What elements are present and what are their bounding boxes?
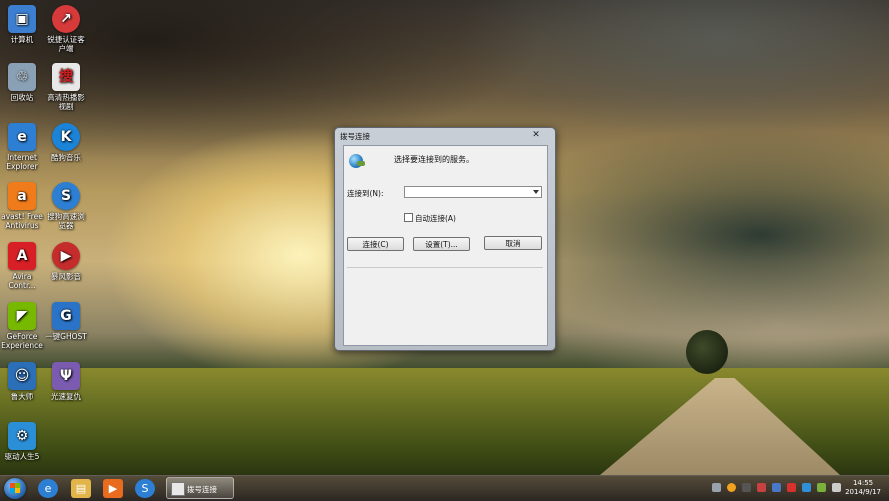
avira-icon: A: [8, 242, 36, 270]
baofeng-icon: ▶: [52, 242, 80, 270]
tray-ruijie-icon[interactable]: [787, 483, 796, 492]
sohu-video-icon: 搜: [52, 63, 80, 91]
ludashi-icon: ☺: [8, 362, 36, 390]
desktop-icon-internet-explorer[interactable]: e Internet Explorer: [0, 123, 44, 171]
close-icon: ✕: [532, 130, 540, 140]
desktop: ▣ 计算机 ♲ 回收站 e Internet Explorer a avast!…: [0, 0, 889, 475]
desktop-icon-guangsu[interactable]: Ψ 光速复仇: [44, 362, 88, 401]
taskbar-ie-button[interactable]: e: [38, 479, 58, 498]
guangsu-icon: Ψ: [52, 362, 80, 390]
desktop-icon-label: Avira Contr...: [8, 272, 36, 290]
desktop-icon-label: 搜狗高速浏览器: [47, 212, 85, 230]
tray-app-icon[interactable]: [802, 483, 811, 492]
internet-explorer-icon: e: [8, 123, 36, 151]
desktop-icon-avast[interactable]: a avast! Free Antivirus: [0, 182, 44, 230]
taskbar-explorer-button[interactable]: ▤: [71, 479, 91, 498]
desktop-icon-avira[interactable]: A Avira Contr...: [0, 242, 44, 290]
connect-to-label: 连接到(N):: [347, 189, 384, 198]
tray-volume-icon[interactable]: [832, 483, 841, 492]
desktop-icon-ruijie-client[interactable]: ↗ 锐捷认证客户端: [44, 5, 88, 53]
desktop-icon-label: GeForce Experience: [1, 332, 43, 350]
desktop-icon-computer[interactable]: ▣ 计算机: [0, 5, 44, 44]
folder-icon: ▤: [75, 482, 87, 495]
desktop-icon-label: 驱动人生5: [4, 452, 40, 461]
desktop-icon-driver-genius[interactable]: ⚙ 驱动人生5: [0, 422, 44, 461]
desktop-icon-geforce-experience[interactable]: ◤ GeForce Experience: [0, 302, 44, 350]
settings-button[interactable]: 设置(T)...: [413, 237, 470, 251]
play-icon: ▶: [108, 482, 118, 495]
tray-app-icon[interactable]: [742, 483, 751, 492]
desktop-icon-label: 暴风影音: [51, 272, 81, 281]
tray-app-icon[interactable]: [757, 483, 766, 492]
taskbar-sogou-button[interactable]: S: [135, 479, 155, 498]
tray-app-icon[interactable]: [772, 483, 781, 492]
desktop-icon-recycle-bin[interactable]: ♲ 回收站: [0, 63, 44, 102]
dialog-title: 拨号连接: [340, 132, 370, 141]
ruijie-icon: ↗: [52, 5, 80, 33]
wallpaper-tree: [686, 330, 728, 374]
taskbar-task-label: 拨号连接: [187, 485, 217, 494]
connect-button[interactable]: 连接(C): [347, 237, 404, 251]
chevron-down-icon: [533, 190, 539, 194]
tray-show-hidden-icon[interactable]: [712, 483, 721, 492]
dialog-titlebar[interactable]: 拨号连接 ✕: [335, 128, 555, 144]
desktop-icon-onekey-ghost[interactable]: G 一键GHOST: [44, 302, 88, 341]
desktop-icon-label: avast! Free Antivirus: [1, 212, 43, 230]
desktop-icon-label: 计算机: [10, 35, 34, 44]
desktop-icon-kugou[interactable]: K 酷狗音乐: [44, 123, 88, 162]
clock-time: 14:55: [852, 479, 874, 487]
taskbar-task-dial-up[interactable]: 拨号连接: [166, 477, 234, 499]
desktop-icon-sogou-browser[interactable]: S 搜狗高速浏览器: [44, 182, 88, 230]
internet-explorer-icon: e: [44, 482, 52, 495]
windows-logo-icon: [10, 483, 20, 493]
desktop-icon-label: 酷狗音乐: [51, 153, 81, 162]
dial-up-dialog: 拨号连接 ✕ 选择要连接到的服务。 连接到(N): 自动连接(A) 连接(C) …: [334, 127, 556, 351]
tray-avast-icon[interactable]: [727, 483, 736, 492]
ghost-icon: G: [52, 302, 80, 330]
desktop-icon-label: 高清热播影视剧: [47, 93, 85, 111]
driver-genius-icon: ⚙: [8, 422, 36, 450]
taskbar-media-player-button[interactable]: ▶: [103, 479, 123, 498]
geforce-icon: ◤: [8, 302, 36, 330]
cancel-button[interactable]: 取消: [484, 236, 542, 250]
desktop-icon-label: 锐捷认证客户端: [47, 35, 85, 53]
clock-date: 2014/9/17: [845, 488, 881, 496]
start-button[interactable]: [4, 478, 26, 499]
network-globe-icon: [349, 154, 365, 168]
sogou-browser-icon: S: [141, 482, 149, 495]
avast-icon: a: [8, 182, 36, 210]
desktop-icon-label: 光速复仇: [51, 392, 81, 401]
desktop-icon-ludashi[interactable]: ☺ 鲁大师: [0, 362, 44, 401]
system-clock[interactable]: 14:55 2014/9/17: [845, 479, 881, 497]
dialog-separator: [347, 267, 543, 268]
desktop-icon-label: 鲁大师: [10, 392, 34, 401]
desktop-icon-label: Internet Explorer: [6, 153, 38, 171]
dialog-heading: 选择要连接到的服务。: [394, 155, 474, 164]
tray-network-icon[interactable]: [817, 483, 826, 492]
desktop-icon-baofeng[interactable]: ▶ 暴风影音: [44, 242, 88, 281]
close-button[interactable]: ✕: [523, 129, 549, 141]
auto-connect-label[interactable]: 自动连接(A): [415, 213, 456, 224]
desktop-icon-sohu-video[interactable]: 搜 高清热播影视剧: [44, 63, 88, 111]
sogou-browser-icon: S: [52, 182, 80, 210]
auto-connect-checkbox[interactable]: [404, 213, 413, 222]
recycle-bin-icon: ♲: [8, 63, 36, 91]
connect-to-dropdown[interactable]: [404, 186, 542, 198]
taskbar: e ▤ ▶ S 拨号连接 14:55 2014/9/17: [0, 475, 889, 501]
kugou-icon: K: [52, 123, 80, 151]
desktop-icon-label: 一键GHOST: [45, 332, 87, 341]
dial-up-icon: [171, 482, 185, 496]
desktop-icon-label: 回收站: [10, 93, 34, 102]
dialog-body: 选择要连接到的服务。 连接到(N): 自动连接(A) 连接(C) 设置(T)..…: [343, 145, 548, 346]
computer-icon: ▣: [8, 5, 36, 33]
